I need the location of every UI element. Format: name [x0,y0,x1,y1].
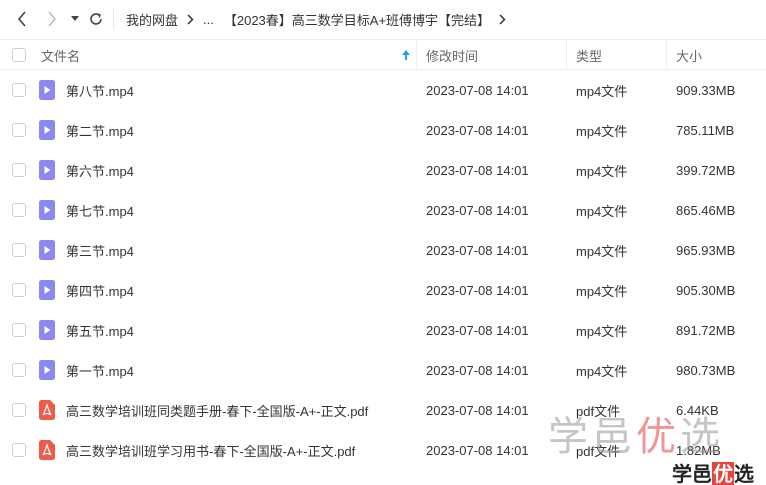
breadcrumb-ellipsis[interactable]: ... [203,12,214,27]
file-size: 6.44KB [676,402,719,418]
video-file-icon [39,160,55,180]
column-divider[interactable] [416,40,417,70]
file-modified: 2023-07-08 14:01 [426,202,529,218]
file-type: mp4文件 [576,163,628,179]
file-modified: 2023-07-08 14:01 [426,282,529,298]
forward-button[interactable] [41,8,63,30]
file-modified: 2023-07-08 14:01 [426,322,529,338]
column-divider[interactable] [566,40,567,70]
row-checkbox[interactable] [12,323,26,337]
select-all-checkbox[interactable] [12,48,26,62]
file-name[interactable]: 第六节.mp4 [66,150,134,190]
video-file-icon [39,240,55,260]
file-type: mp4文件 [576,83,628,99]
breadcrumb-separator-icon [187,13,194,25]
file-modified: 2023-07-08 14:01 [426,442,529,458]
table-row[interactable]: 第二节.mp4 2023-07-08 14:01 mp4文件 785.11MB [0,110,766,150]
video-file-icon [39,200,55,220]
file-name[interactable]: 高三数学培训班学习用书-春下-全国版-A+-正文.pdf [66,430,355,470]
file-size: 909.33MB [676,82,736,98]
file-name[interactable]: 第三节.mp4 [66,230,134,270]
toolbar-divider [113,9,114,29]
file-size: 891.72MB [676,322,736,338]
file-type: mp4文件 [576,243,628,259]
column-modified-header[interactable]: 修改时间 [426,40,478,70]
caret-down-icon [71,16,79,21]
table-row[interactable]: 第六节.mp4 2023-07-08 14:01 mp4文件 399.72MB [0,150,766,190]
file-list-header: 文件名 修改时间 类型 大小 [0,39,766,70]
video-file-icon [39,120,55,140]
file-type: mp4文件 [576,363,628,379]
file-modified: 2023-07-08 14:01 [426,242,529,258]
table-row[interactable]: 高三数学培训班同类题手册-春下-全国版-A+-正文.pdf 2023-07-08… [0,390,766,430]
video-file-icon [39,360,55,380]
refresh-icon [90,13,102,25]
row-checkbox[interactable] [12,443,26,457]
file-name[interactable]: 第一节.mp4 [66,350,134,390]
chevron-right-icon [48,11,57,27]
file-type: mp4文件 [576,283,628,299]
table-row[interactable]: 第七节.mp4 2023-07-08 14:01 mp4文件 865.46MB [0,190,766,230]
file-modified: 2023-07-08 14:01 [426,362,529,378]
breadcrumb-root[interactable]: 我的网盘 [126,10,178,29]
file-name[interactable]: 第七节.mp4 [66,190,134,230]
breadcrumb-current: 【2023春】高三数学目标A+班傅博宇【完结】 [223,12,491,28]
row-checkbox[interactable] [12,123,26,137]
file-name[interactable]: 第四节.mp4 [66,270,134,310]
file-type: pdf文件 [576,443,621,459]
row-checkbox[interactable] [12,163,26,177]
sort-arrow-up-icon[interactable] [401,40,411,70]
pdf-file-icon [39,400,55,420]
file-modified: 2023-07-08 14:01 [426,82,529,98]
table-row[interactable]: 第一节.mp4 2023-07-08 14:01 mp4文件 980.73MB [0,350,766,390]
file-modified: 2023-07-08 14:01 [426,122,529,138]
video-file-icon [39,80,55,100]
file-size: 785.11MB [676,122,735,138]
row-checkbox[interactable] [12,203,26,217]
video-file-icon [39,280,55,300]
row-checkbox[interactable] [12,403,26,417]
chevron-left-icon [17,11,26,27]
table-row[interactable]: 第八节.mp4 2023-07-08 14:01 mp4文件 909.33MB [0,70,766,110]
table-row[interactable]: 第四节.mp4 2023-07-08 14:01 mp4文件 905.30MB [0,270,766,310]
table-row[interactable]: 第三节.mp4 2023-07-08 14:01 mp4文件 965.93MB [0,230,766,270]
row-checkbox[interactable] [12,243,26,257]
file-type: mp4文件 [576,323,628,339]
file-type: mp4文件 [576,123,628,139]
history-dropdown-button[interactable] [64,8,86,30]
breadcrumb: 我的网盘 ... 【2023春】高三数学目标A+班傅博宇【完结】 [126,0,515,38]
refresh-button[interactable] [85,8,107,30]
row-checkbox[interactable] [12,363,26,377]
file-modified: 2023-07-08 14:01 [426,402,529,418]
column-size-header[interactable]: 大小 [676,40,702,70]
file-size: 980.73MB [676,362,736,378]
file-size: 1.82MB [676,442,721,458]
column-divider[interactable] [666,40,667,70]
file-size: 965.93MB [676,242,736,258]
column-name-header[interactable]: 文件名 [41,40,80,70]
file-name[interactable]: 第五节.mp4 [66,310,134,350]
back-button[interactable] [11,8,33,30]
file-size: 399.72MB [676,162,736,178]
row-checkbox[interactable] [12,83,26,97]
file-type: pdf文件 [576,403,621,419]
column-type-header[interactable]: 类型 [576,40,602,70]
breadcrumb-separator-icon[interactable] [499,13,506,25]
pdf-file-icon [39,440,55,460]
toolbar: 我的网盘 ... 【2023春】高三数学目标A+班傅博宇【完结】 [0,0,766,38]
video-file-icon [39,320,55,340]
file-type: mp4文件 [576,203,628,219]
file-name[interactable]: 第八节.mp4 [66,70,134,110]
file-modified: 2023-07-08 14:01 [426,162,529,178]
table-row[interactable]: 高三数学培训班学习用书-春下-全国版-A+-正文.pdf 2023-07-08 … [0,430,766,470]
file-size: 865.46MB [676,202,736,218]
file-name[interactable]: 第二节.mp4 [66,110,134,150]
row-checkbox[interactable] [12,283,26,297]
file-size: 905.30MB [676,282,736,298]
file-name[interactable]: 高三数学培训班同类题手册-春下-全国版-A+-正文.pdf [66,390,368,430]
table-row[interactable]: 第五节.mp4 2023-07-08 14:01 mp4文件 891.72MB [0,310,766,350]
